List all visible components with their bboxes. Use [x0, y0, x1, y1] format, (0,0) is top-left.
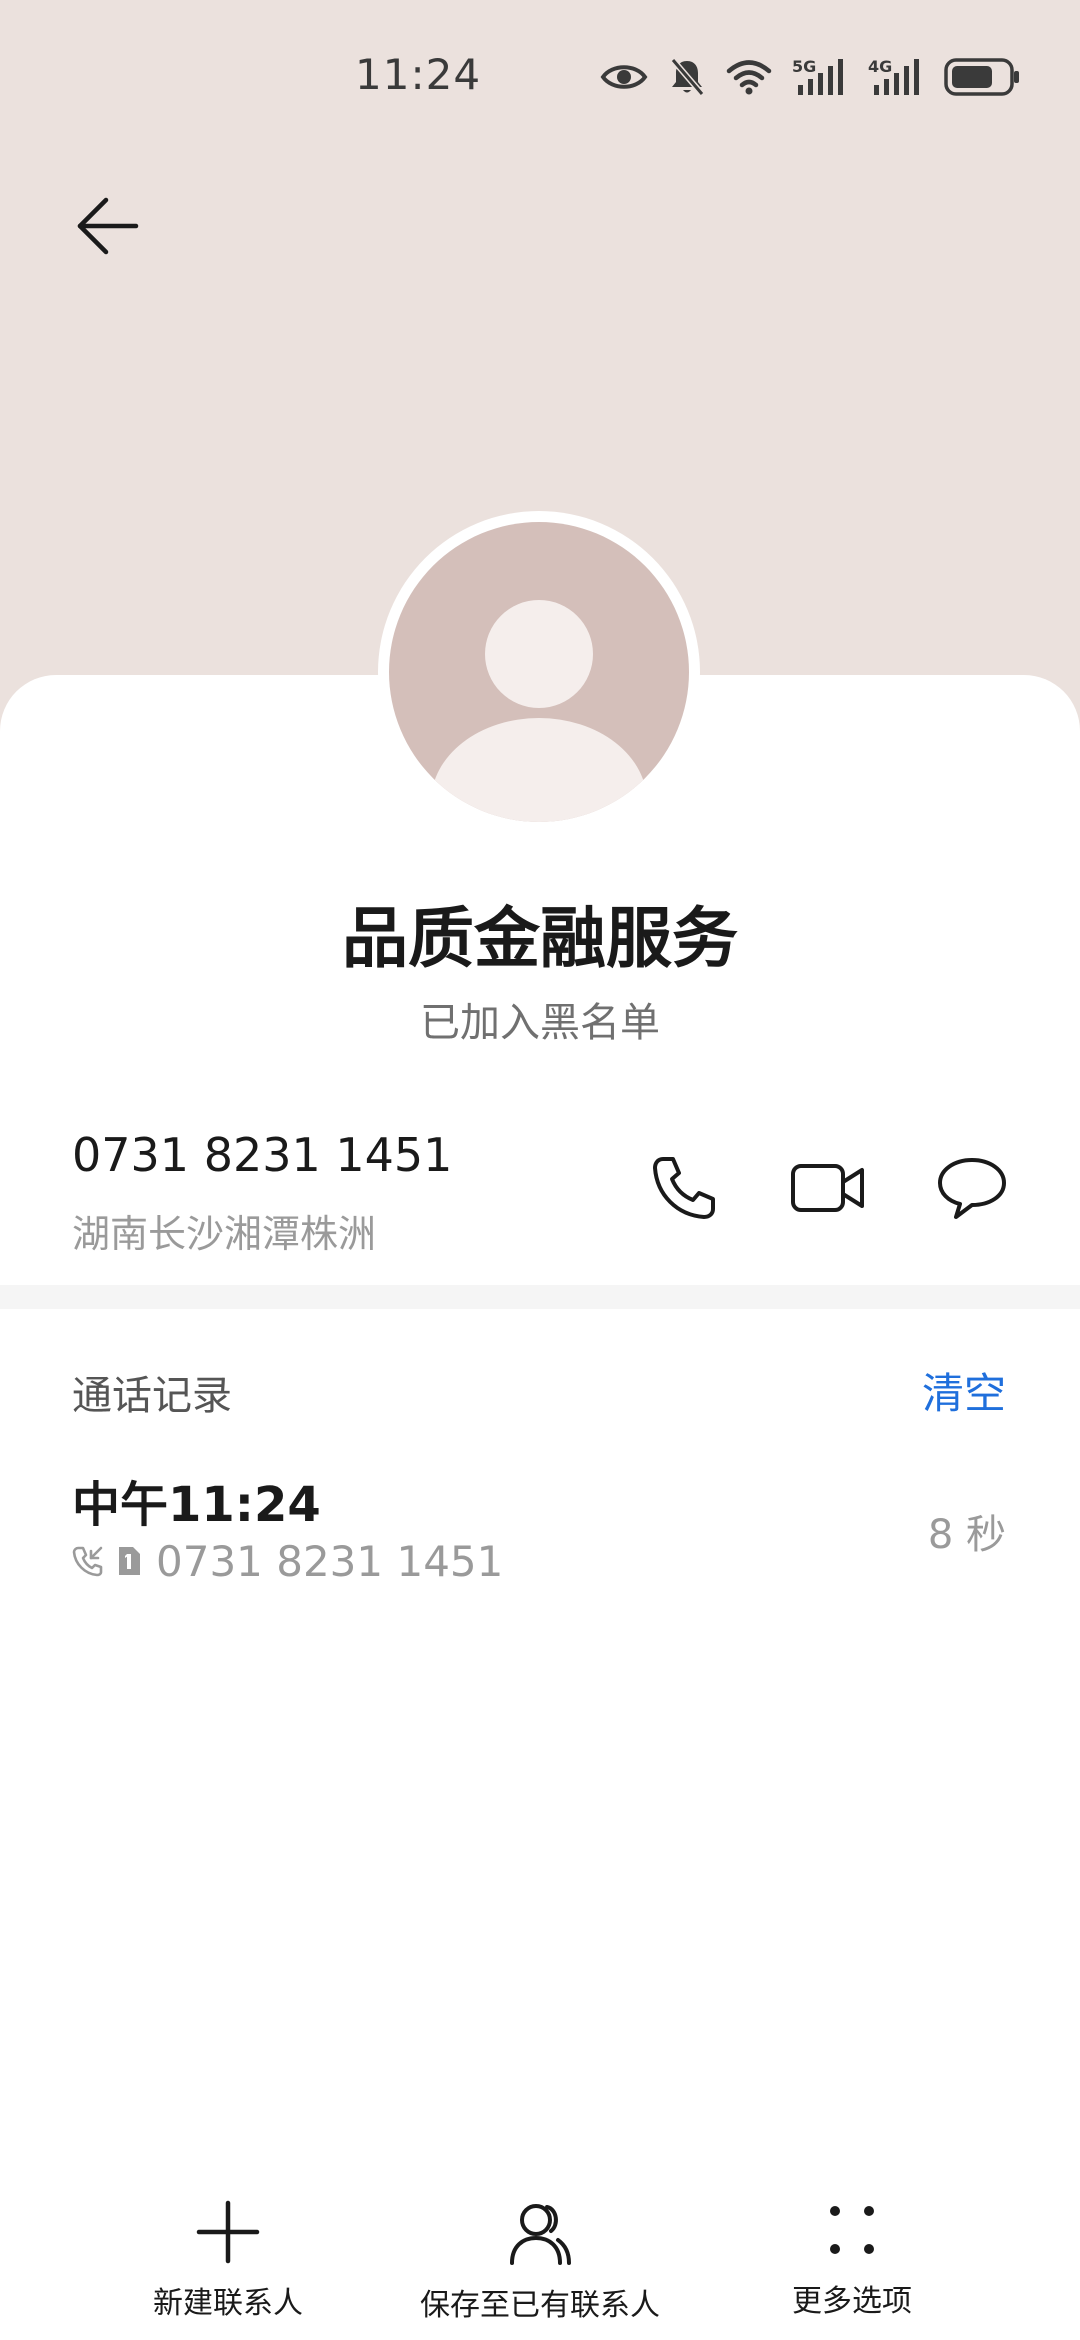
call-button[interactable]: [636, 1140, 732, 1236]
incoming-call-icon: [72, 1545, 104, 1577]
signal-5g-icon: 5G: [792, 57, 848, 97]
status-bar: 11:24 5G 4G: [0, 0, 1080, 150]
wifi-icon: [726, 58, 772, 96]
plus-icon: [196, 2200, 260, 2264]
call-meta: 0731 8231 1451: [72, 1536, 503, 1586]
clear-call-log-button[interactable]: 清空: [922, 1360, 1006, 1421]
call-duration: 8 秒: [927, 1512, 1006, 1558]
bottom-action-bar: 新建联系人 保存至已有联系人 更多选项: [0, 2180, 1080, 2340]
save-to-existing-button[interactable]: 保存至已有联系人: [400, 2200, 680, 2323]
person-icon: [507, 2200, 573, 2266]
phone-icon: [653, 1157, 715, 1219]
call-log-title: 通话记录: [72, 1373, 232, 1419]
more-options-label: 更多选项: [792, 2284, 912, 2319]
call-time: 中午11:24: [72, 1477, 321, 1533]
avatar-placeholder: [389, 522, 689, 822]
eye-icon: [600, 61, 648, 93]
network-2-label: 4G: [868, 57, 892, 76]
network-1-label: 5G: [792, 57, 816, 76]
phone-location: 湖南长沙湘潭株洲: [72, 1212, 377, 1256]
save-to-existing-label: 保存至已有联系人: [420, 2288, 660, 2323]
blacklist-status: 已加入黑名单: [420, 1000, 660, 1046]
avatar[interactable]: [378, 511, 700, 833]
phone-number[interactable]: 0731 8231 1451: [72, 1128, 452, 1182]
sim-1-icon: [116, 1545, 142, 1577]
new-contact-button[interactable]: 新建联系人: [148, 2200, 308, 2321]
bell-muted-icon: [668, 57, 706, 97]
status-icons: 5G 4G: [600, 52, 1022, 102]
message-icon: [938, 1158, 1006, 1219]
new-contact-label: 新建联系人: [153, 2286, 303, 2321]
contact-detail-screen: 11:24 5G 4G 品质金融服务 已加入黑名单 0731 8231 1451…: [0, 0, 1080, 2340]
video-icon: [791, 1164, 864, 1212]
back-arrow-icon: [77, 197, 139, 255]
battery-icon: [944, 58, 1022, 96]
call-number: 0731 8231 1451: [156, 1536, 504, 1586]
message-button[interactable]: [924, 1140, 1020, 1236]
back-button[interactable]: [62, 180, 154, 272]
more-options-button[interactable]: 更多选项: [772, 2200, 932, 2320]
contact-name: 品质金融服务: [342, 900, 738, 977]
signal-4g-icon: 4G: [868, 57, 924, 97]
call-log-item[interactable]: 中午11:24 0731 8231 1451 8 秒: [0, 1450, 1080, 1600]
person-silhouette-icon: [431, 600, 647, 822]
status-time: 11:24: [355, 50, 482, 99]
more-dots-icon: [822, 2200, 882, 2262]
video-call-button[interactable]: [780, 1140, 876, 1236]
section-divider: [0, 1285, 1080, 1309]
